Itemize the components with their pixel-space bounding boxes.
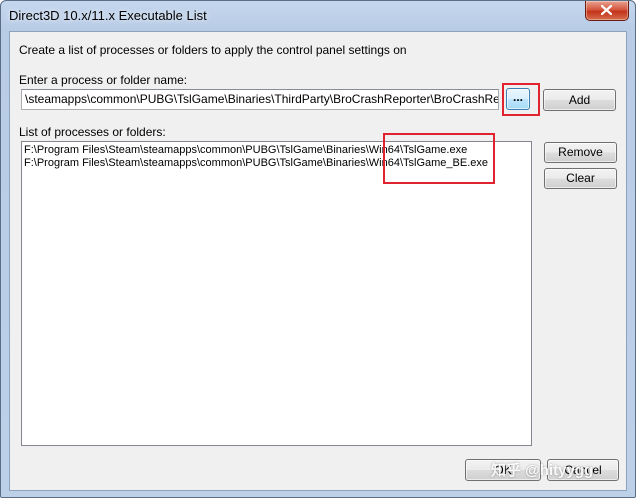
clear-button[interactable]: Clear — [544, 168, 617, 189]
browse-button[interactable]: ... — [506, 88, 530, 110]
process-name-input[interactable]: \steamapps\common\PUBG\TslGame\Binaries\… — [21, 89, 499, 110]
add-button[interactable]: Add — [543, 89, 616, 111]
dialog-body: Create a list of processes or folders to… — [9, 31, 627, 491]
title-bar[interactable]: Direct3D 10.x/11.x Executable List — [1, 1, 635, 31]
entry-label: Enter a process or folder name: — [19, 73, 188, 87]
watermark-text: 知乎 @hityygg — [491, 462, 594, 479]
list-item[interactable]: F:\Program Files\Steam\steamapps\common\… — [24, 144, 529, 157]
process-listbox[interactable]: F:\Program Files\Steam\steamapps\common\… — [21, 141, 532, 446]
close-x-icon — [601, 5, 612, 15]
list-item[interactable]: F:\Program Files\Steam\steamapps\common\… — [24, 157, 529, 170]
instructions-text: Create a list of processes or folders to… — [19, 43, 407, 57]
list-label: List of processes or folders: — [19, 125, 166, 139]
dialog-window: Direct3D 10.x/11.x Executable List Creat… — [0, 0, 636, 498]
close-button[interactable] — [585, 1, 629, 21]
window-title: Direct3D 10.x/11.x Executable List — [9, 8, 207, 23]
remove-button[interactable]: Remove — [544, 142, 617, 163]
